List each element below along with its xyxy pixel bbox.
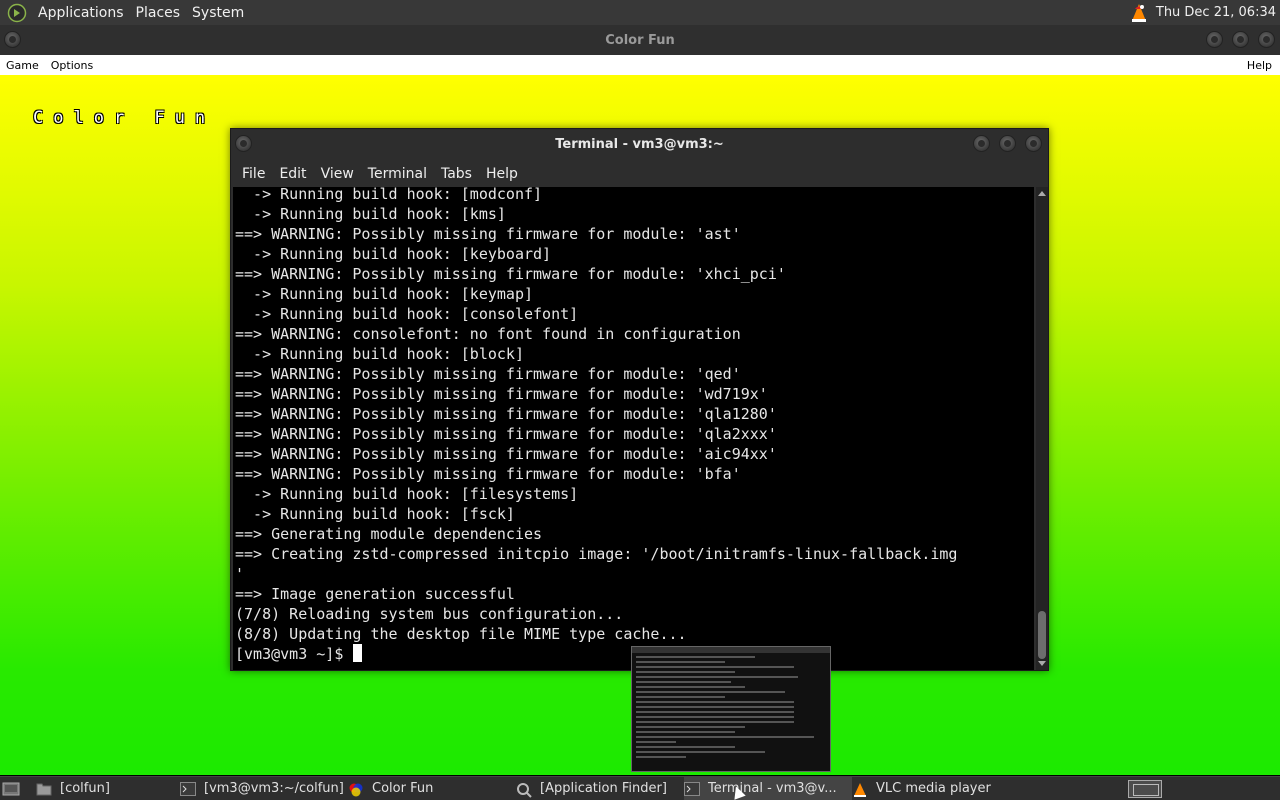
task-label: Color Fun bbox=[372, 781, 434, 796]
task-colfun-folder[interactable]: [colfun] bbox=[12, 777, 180, 800]
terminal-line: ==> WARNING: Possibly missing firmware f… bbox=[235, 225, 741, 243]
vlc-icon bbox=[852, 782, 868, 797]
terminal-output[interactable]: -> Running build hook: [modconf] -> Runn… bbox=[233, 187, 1034, 670]
terminal-menubar: File Edit View Terminal Tabs Help bbox=[231, 161, 1048, 187]
terminal-menu-help[interactable]: Help bbox=[479, 166, 525, 182]
distro-logo-icon[interactable] bbox=[6, 3, 28, 23]
scrollbar-thumb[interactable] bbox=[1038, 611, 1046, 659]
maximize-button[interactable] bbox=[1232, 31, 1249, 48]
terminal-line: ==> WARNING: Possibly missing firmware f… bbox=[235, 385, 768, 403]
terminal-menu-edit[interactable]: Edit bbox=[272, 166, 313, 182]
task-label: [colfun] bbox=[60, 781, 110, 796]
text-cursor bbox=[353, 644, 363, 662]
app-titlebar[interactable]: Color Fun bbox=[0, 25, 1280, 55]
places-menu[interactable]: Places bbox=[130, 5, 187, 21]
terminal-minimize-button[interactable] bbox=[973, 135, 990, 152]
terminal-line: -> Running build hook: [consolefont] bbox=[235, 305, 579, 323]
terminal-titlebar[interactable]: Terminal - vm3@vm3:~ bbox=[231, 129, 1048, 159]
applications-menu[interactable]: Applications bbox=[32, 5, 130, 21]
app-menubar: Game Options Help bbox=[0, 55, 1280, 75]
task-label: VLC media player bbox=[876, 781, 991, 796]
search-icon bbox=[516, 782, 532, 798]
terminal-window-menu-button[interactable] bbox=[235, 135, 252, 152]
terminal-line: ==> Creating zstd-compressed initcpio im… bbox=[235, 545, 958, 563]
terminal-line: ==> Generating module dependencies bbox=[235, 525, 543, 543]
task-color-fun[interactable]: Color Fun bbox=[348, 777, 516, 800]
terminal-line: ==> WARNING: Possibly missing firmware f… bbox=[235, 425, 777, 443]
task-vlc[interactable]: VLC media player bbox=[852, 777, 1002, 800]
terminal-scrollbar[interactable] bbox=[1036, 187, 1048, 670]
close-button[interactable] bbox=[1258, 31, 1275, 48]
terminal-close-button[interactable] bbox=[1025, 135, 1042, 152]
terminal-line: ' bbox=[235, 565, 245, 583]
menu-help[interactable]: Help bbox=[1241, 59, 1280, 72]
terminal-prompt-line[interactable]: [vm3@vm3 ~]$ bbox=[235, 644, 363, 664]
terminal-line: -> Running build hook: [fsck] bbox=[235, 505, 515, 523]
terminal-prompt: [vm3@vm3 ~]$ bbox=[235, 645, 344, 663]
task-label: Terminal - vm3@v... bbox=[708, 781, 837, 796]
terminal-line: -> Running build hook: [keymap] bbox=[235, 285, 534, 303]
vlc-tray-icon[interactable] bbox=[1128, 2, 1150, 24]
terminal-line: -> Running build hook: [block] bbox=[235, 345, 524, 363]
terminal-line: (8/8) Updating the desktop file MIME typ… bbox=[235, 625, 687, 643]
minimize-button[interactable] bbox=[1206, 31, 1223, 48]
terminal-icon bbox=[180, 781, 196, 796]
terminal-menu-tabs[interactable]: Tabs bbox=[434, 166, 479, 182]
terminal-line: ==> WARNING: Possibly missing firmware f… bbox=[235, 405, 777, 423]
window-menu-button[interactable] bbox=[4, 31, 21, 48]
terminal-line: ==> WARNING: Possibly missing firmware f… bbox=[235, 465, 741, 483]
terminal-line: -> Running build hook: [keyboard] bbox=[235, 245, 552, 263]
terminal-title: Terminal - vm3@vm3:~ bbox=[555, 136, 724, 152]
menu-game[interactable]: Game bbox=[0, 59, 45, 72]
terminal-line: (7/8) Reloading system bus configuration… bbox=[235, 605, 624, 623]
color-fun-icon bbox=[348, 782, 364, 796]
terminal-line: ==> WARNING: Possibly missing firmware f… bbox=[235, 365, 741, 383]
clock[interactable]: Thu Dec 21, 06:34 bbox=[1150, 5, 1280, 20]
task-terminal-home[interactable]: Terminal - vm3@v... bbox=[684, 776, 852, 800]
scroll-down-icon[interactable] bbox=[1038, 661, 1046, 666]
terminal-icon bbox=[684, 781, 700, 796]
terminal-line: -> Running build hook: [modconf] bbox=[235, 187, 543, 203]
terminal-menu-terminal[interactable]: Terminal bbox=[361, 166, 434, 182]
terminal-window: Terminal - vm3@vm3:~ File Edit View Term… bbox=[230, 128, 1049, 671]
terminal-maximize-button[interactable] bbox=[999, 135, 1016, 152]
folder-icon bbox=[36, 782, 52, 796]
task-label: [Application Finder] bbox=[540, 781, 667, 796]
terminal-menu-view[interactable]: View bbox=[314, 166, 361, 182]
top-panel: Applications Places System Thu Dec 21, 0… bbox=[0, 0, 1280, 25]
terminal-line: ==> WARNING: consolefont: no font found … bbox=[235, 325, 741, 343]
terminal-line: -> Running build hook: [kms] bbox=[235, 205, 506, 223]
task-terminal-colfun[interactable]: [vm3@vm3:~/colfun] bbox=[180, 777, 348, 800]
scroll-up-icon[interactable] bbox=[1038, 191, 1046, 196]
taskbar: [colfun] [vm3@vm3:~/colfun] Color Fun [A… bbox=[0, 776, 1280, 800]
task-application-finder[interactable]: [Application Finder] bbox=[516, 777, 684, 800]
window-thumbnail-preview[interactable] bbox=[631, 646, 831, 772]
app-logo-text: Color Fun bbox=[33, 108, 216, 128]
terminal-menu-file[interactable]: File bbox=[235, 166, 272, 182]
workspace-pager[interactable] bbox=[1128, 779, 1162, 798]
terminal-line: ==> WARNING: Possibly missing firmware f… bbox=[235, 265, 786, 283]
terminal-line: ==> Image generation successful bbox=[235, 585, 515, 603]
terminal-line: -> Running build hook: [filesystems] bbox=[235, 485, 579, 503]
task-label: [vm3@vm3:~/colfun] bbox=[204, 781, 344, 796]
terminal-line: ==> WARNING: Possibly missing firmware f… bbox=[235, 445, 777, 463]
system-menu[interactable]: System bbox=[186, 5, 250, 21]
app-title: Color Fun bbox=[605, 32, 675, 48]
menu-options[interactable]: Options bbox=[45, 59, 99, 72]
